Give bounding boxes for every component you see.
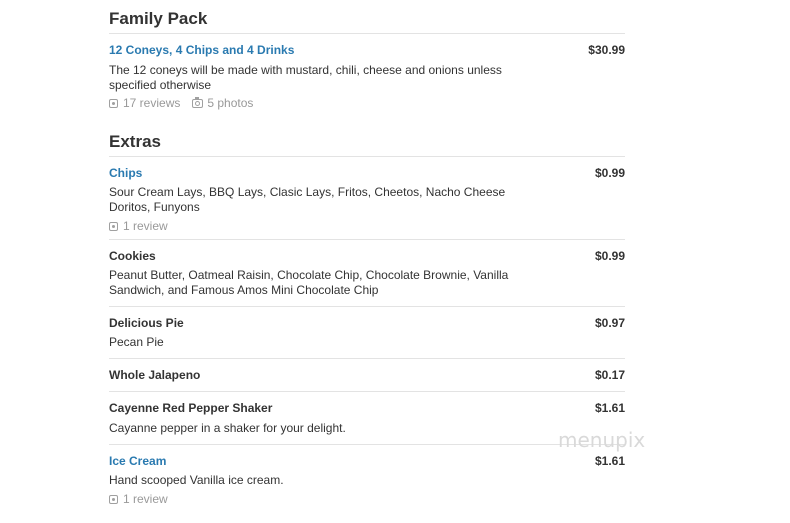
menu-item-description: Peanut Butter, Oatmeal Raisin, Chocolate…: [109, 268, 509, 297]
photos-link[interactable]: 5 photos: [180, 96, 253, 110]
menu-item-meta: 1 review: [109, 219, 168, 233]
menu-item-description: Hand scooped Vanilla ice cream.: [109, 473, 284, 487]
menu-item-meta: 1 review: [109, 492, 168, 506]
menu-item-name-link[interactable]: Chips: [109, 166, 142, 181]
divider: [109, 239, 625, 240]
menu-item-description: Pecan Pie: [109, 335, 164, 349]
reviews-link[interactable]: 1 review: [109, 492, 168, 506]
divider: [109, 306, 625, 307]
menu-item-description: Sour Cream Lays, BBQ Lays, Clasic Lays, …: [109, 185, 506, 214]
menu-item-name-link[interactable]: Ice Cream: [109, 454, 166, 469]
divider: [109, 391, 625, 392]
menu-item-price: $0.99: [594, 249, 625, 263]
reviews-link[interactable]: 1 review: [109, 219, 168, 233]
menu-item-price: $1.61: [594, 401, 625, 415]
menu-item-name: Cookies: [109, 249, 156, 263]
menu-item-price: $1.61: [594, 454, 625, 468]
reviews-link[interactable]: 17 reviews: [109, 96, 180, 110]
menu-item-price: $0.17: [594, 368, 625, 382]
menu-item-meta: 17 reviews 5 photos: [109, 96, 253, 110]
section-title-family-pack: Family Pack: [109, 9, 208, 28]
divider: [109, 444, 625, 445]
divider: [109, 156, 625, 157]
menu-item-description: Cayanne pepper in a shaker for your deli…: [109, 421, 346, 435]
camera-icon: [192, 96, 204, 108]
review-icon: [109, 98, 118, 108]
menu-item-name: Whole Jalapeno: [109, 368, 201, 382]
menu-item-price: $0.97: [594, 316, 625, 330]
menu-item-price: $30.99: [588, 43, 625, 57]
menu-item-name: Delicious Pie: [109, 316, 184, 330]
review-icon: [109, 494, 118, 504]
menu-item-name: Cayenne Red Pepper Shaker: [109, 401, 273, 415]
divider: [109, 358, 625, 359]
menu-item-name-link[interactable]: 12 Coneys, 4 Chips and 4 Drinks: [109, 43, 294, 58]
menu-item-description: The 12 coneys will be made with mustard,…: [109, 63, 502, 92]
section-title-extras: Extras: [109, 132, 161, 151]
review-icon: [109, 221, 118, 231]
menu-item-price: $0.99: [594, 166, 625, 180]
divider: [109, 33, 625, 34]
watermark-logo: menupix: [558, 428, 646, 452]
